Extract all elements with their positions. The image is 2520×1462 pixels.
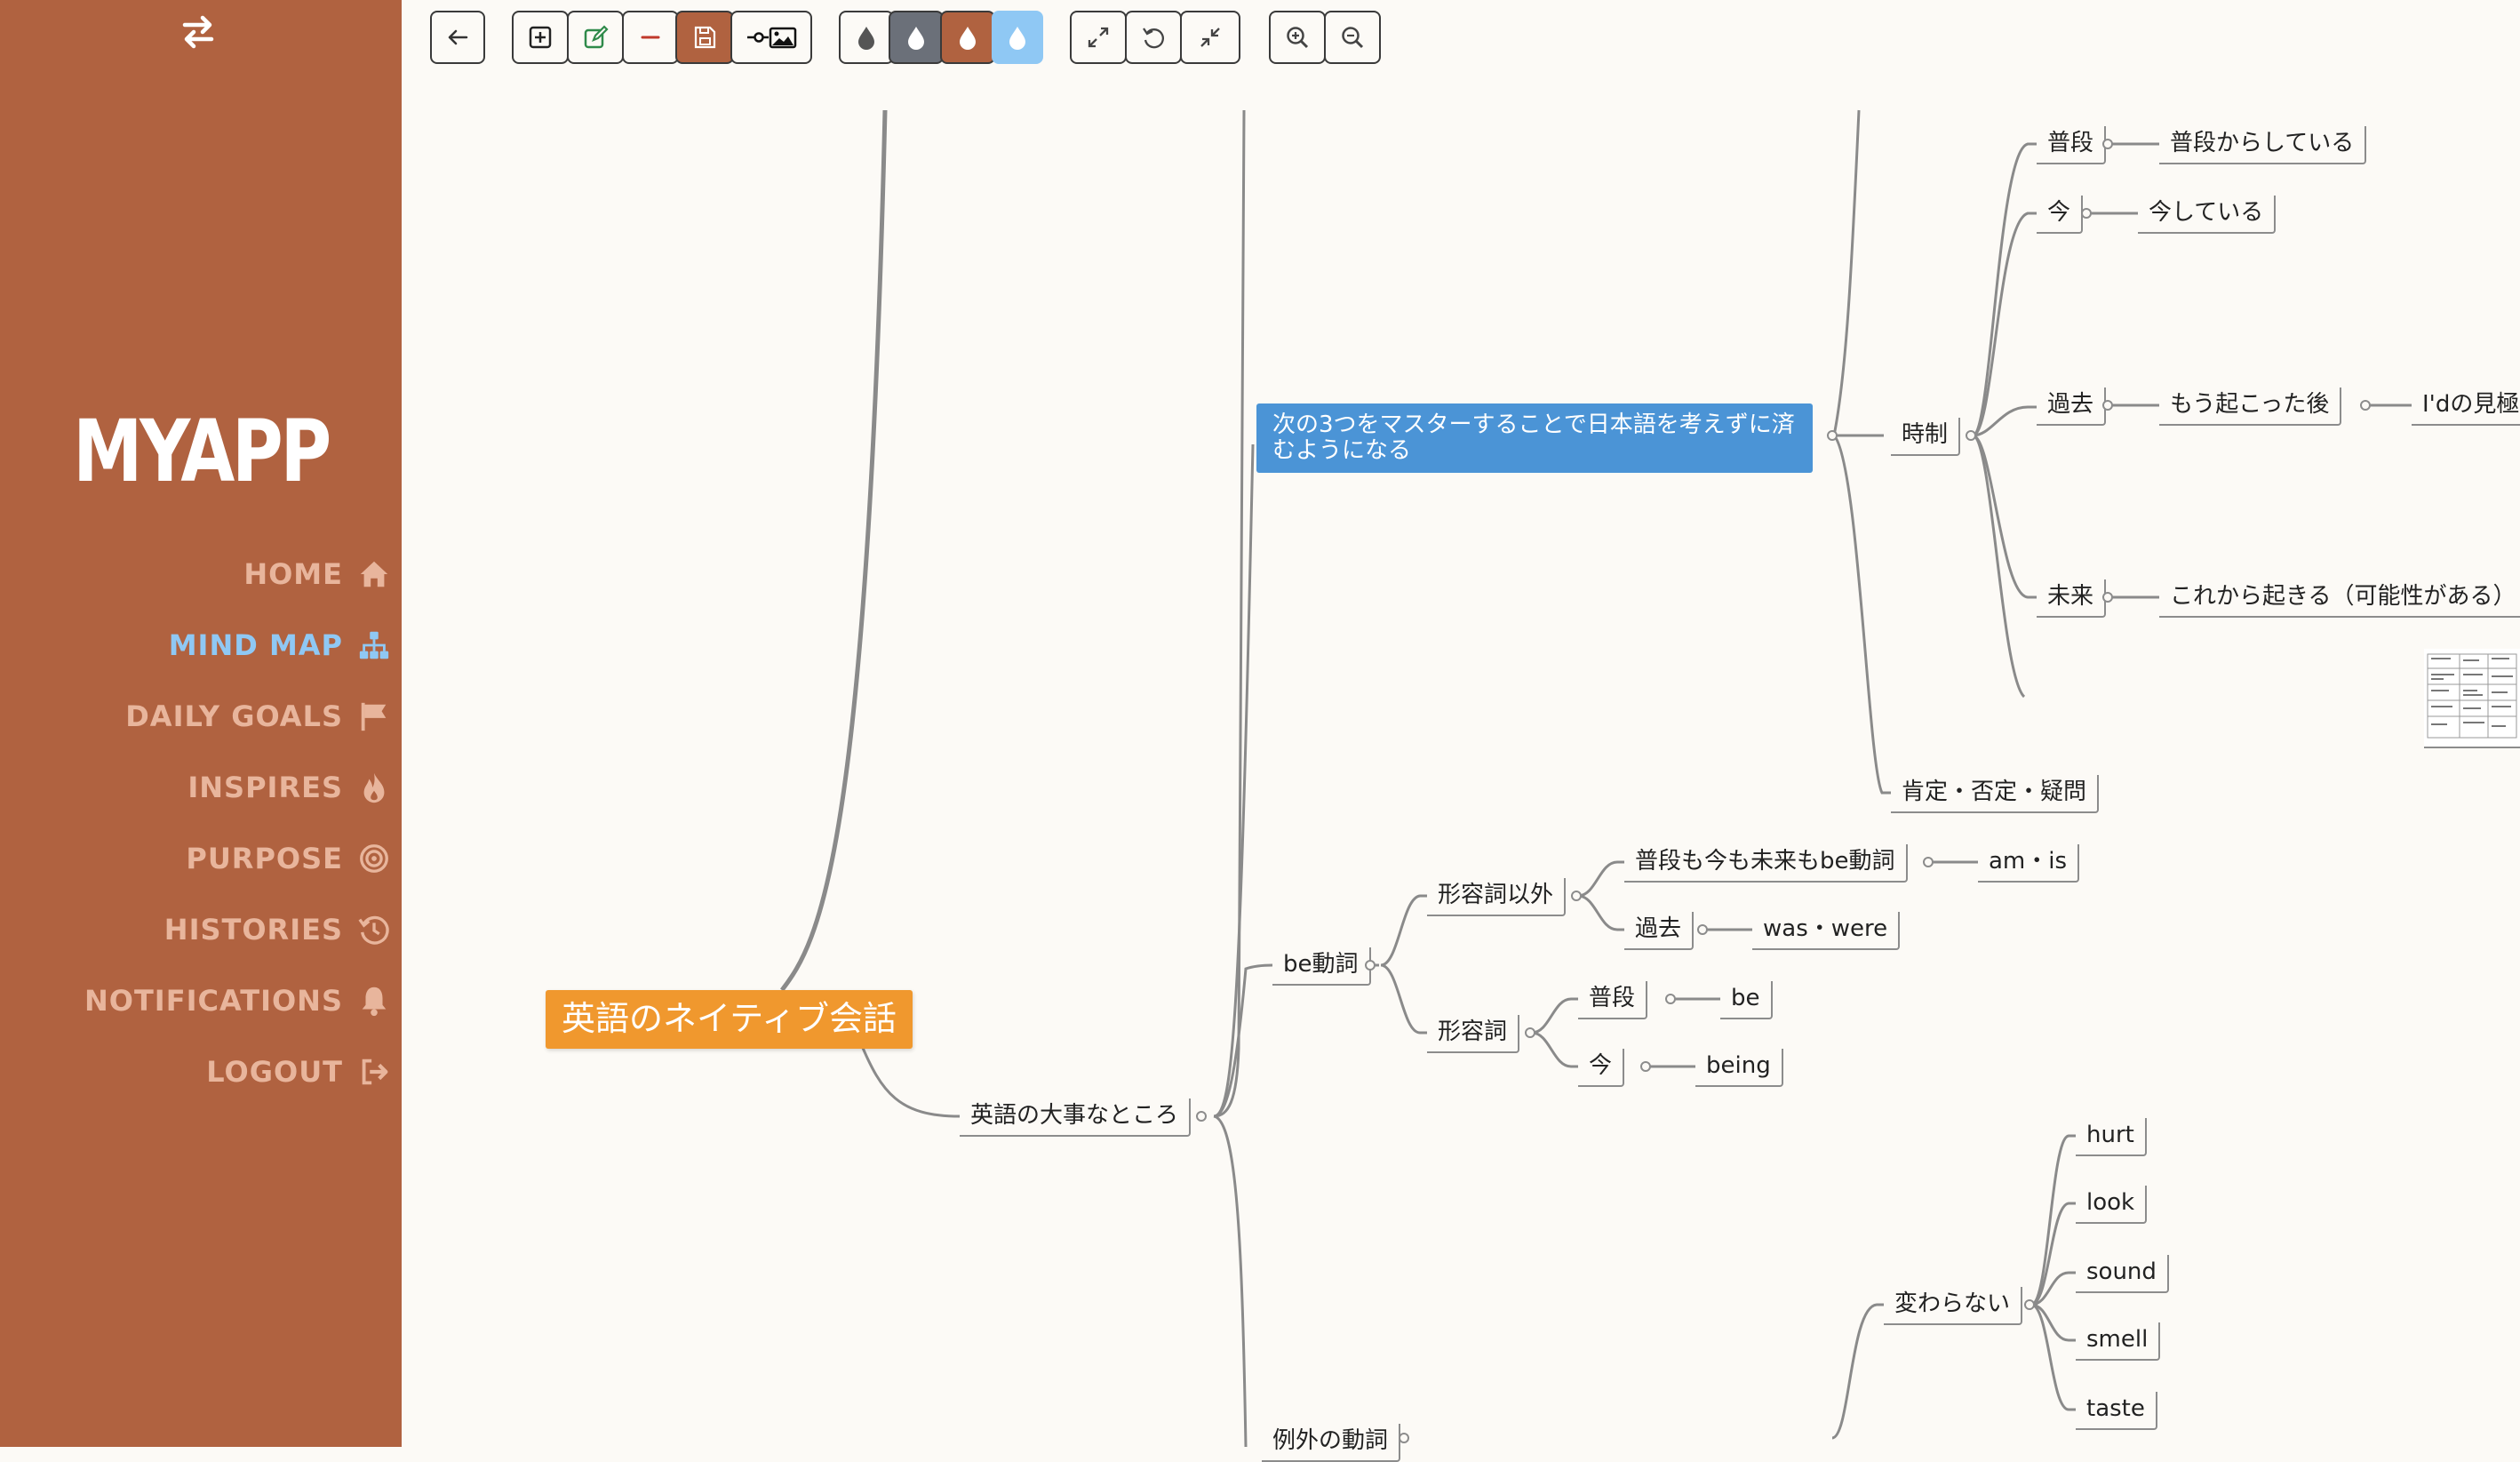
mindmap-node[interactable]: 過去 (2037, 387, 2107, 427)
mindmap-node[interactable]: 未来 (2037, 579, 2107, 619)
collapse-toggle[interactable] (1365, 960, 1376, 971)
collapse-toggle[interactable] (1525, 1027, 1535, 1038)
mindmap-node[interactable]: was・were (1752, 912, 1901, 951)
nav-item-label: MIND MAP (168, 628, 343, 662)
mindmap-node[interactable]: am・is (1978, 844, 2080, 883)
nav-item-label: PURPOSE (186, 842, 343, 875)
nav-item-label: HOME (243, 557, 343, 591)
mindmap-node[interactable]: 時制 (1891, 418, 1961, 457)
mindmap-node[interactable]: 普段 (2037, 126, 2107, 165)
nav-item-daily-goals[interactable]: DAILY GOALS (125, 691, 391, 741)
mindmap-node[interactable]: 今 (1578, 1049, 1625, 1088)
collapse-toggle[interactable] (1665, 994, 1676, 1004)
sitemap-icon (359, 631, 389, 659)
collapse-toggle[interactable] (1923, 857, 1934, 867)
collapse-toggle[interactable] (1196, 1111, 1207, 1122)
mindmap-node[interactable]: being (1695, 1049, 1783, 1088)
collapse-toggle[interactable] (1697, 924, 1708, 935)
mindmap-node[interactable]: 例外の動詞 (1262, 1424, 1401, 1462)
collapse-toggle[interactable] (2024, 1299, 2035, 1310)
nav-item-logout[interactable]: LOGOUT (206, 1047, 391, 1097)
mindmap-root-node[interactable]: 英語のネイティブ会話 (546, 990, 913, 1049)
mindmap-node[interactable]: 今している (2138, 196, 2277, 235)
image-thumbnail-node[interactable] (2424, 649, 2520, 748)
mindmap-node[interactable]: これから起きる（可能性がある） (2159, 579, 2520, 619)
collapse-toggle[interactable] (2360, 400, 2371, 411)
collapse-toggle[interactable] (2102, 592, 2113, 603)
flag-icon (361, 702, 387, 731)
app-logo: MYAPP (73, 402, 331, 501)
nav-item-histories[interactable]: HISTORIES (164, 905, 391, 955)
nav-item-label: INSPIRES (187, 771, 343, 804)
mindmap-node[interactable]: 過去 (1624, 912, 1695, 951)
collapse-toggle[interactable] (1571, 891, 1582, 901)
nav-item-mind-map[interactable]: MIND MAP (169, 620, 391, 670)
mindmap-node[interactable]: look (2076, 1186, 2148, 1225)
history-icon (358, 915, 389, 945)
collapse-toggle[interactable] (2102, 139, 2113, 149)
collapse-toggle[interactable] (1827, 430, 1838, 441)
mindmap-node[interactable]: もう起こった後 (2159, 387, 2342, 427)
logout-icon (362, 1059, 388, 1085)
sidebar: MYAPP HOME MIND MAP DAILY GOALS INSPIRES… (0, 0, 402, 1447)
mindmap-selected-node[interactable]: 次の3つをマスターすることで日本語を考えずに済むようになる (1256, 403, 1813, 474)
mindmap-node[interactable]: 変わらない (1884, 1287, 2023, 1326)
mindmap-node[interactable]: I'dの見極 (2412, 387, 2520, 427)
mindmap-node[interactable]: smell (2076, 1322, 2161, 1362)
collapse-toggle[interactable] (1640, 1061, 1651, 1072)
collapse-toggle[interactable] (2102, 400, 2113, 411)
mindmap-node[interactable]: 英語の大事なところ (960, 1098, 1192, 1138)
mindmap-node[interactable]: be (1720, 981, 1773, 1020)
nav-item-label: DAILY GOALS (125, 699, 343, 733)
mindmap-node[interactable]: 形容詞以外 (1427, 878, 1567, 917)
mindmap-node[interactable]: hurt (2076, 1118, 2147, 1157)
mindmap-node[interactable]: taste (2076, 1392, 2157, 1431)
nav-item-purpose[interactable]: PURPOSE (186, 834, 391, 883)
mindmap-node[interactable]: sound (2076, 1255, 2169, 1294)
document-thumbnail-icon (2427, 653, 2517, 739)
mindmap-node[interactable]: 普段 (1578, 981, 1648, 1020)
collapse-toggle[interactable] (2081, 208, 2092, 219)
swap-arrows-icon[interactable] (179, 14, 217, 50)
nav-item-label: LOGOUT (206, 1055, 343, 1089)
mindmap-node[interactable]: be動詞 (1272, 947, 1371, 987)
mindmap-node[interactable]: 普段も今も未来もbe動詞 (1624, 844, 1908, 883)
nav-item-home[interactable]: HOME (243, 549, 391, 599)
mindmap-node[interactable]: 形容詞 (1427, 1015, 1520, 1054)
nav-item-notifications[interactable]: NOTIFICATIONS (84, 976, 391, 1026)
mindmap-node[interactable]: 肯定・否定・疑問 (1891, 775, 2100, 814)
nav-item-inspires[interactable]: INSPIRES (187, 763, 391, 812)
collapse-toggle[interactable] (1966, 430, 1976, 441)
fire-icon (363, 772, 385, 803)
collapse-toggle[interactable] (1399, 1433, 1409, 1443)
target-icon (360, 844, 388, 873)
mindmap-canvas[interactable]: 英語のネイティブ会話 英語の大事なところ 次の3つをマスターすることで日本語を考… (402, 0, 2520, 1462)
nav-item-label: HISTORIES (163, 913, 343, 947)
nav-item-label: NOTIFICATIONS (84, 984, 343, 1018)
mindmap-node[interactable]: 普段からしている (2159, 126, 2367, 165)
mindmap-node[interactable]: 今 (2037, 196, 2084, 235)
home-icon (360, 561, 388, 587)
bell-icon (362, 987, 387, 1017)
